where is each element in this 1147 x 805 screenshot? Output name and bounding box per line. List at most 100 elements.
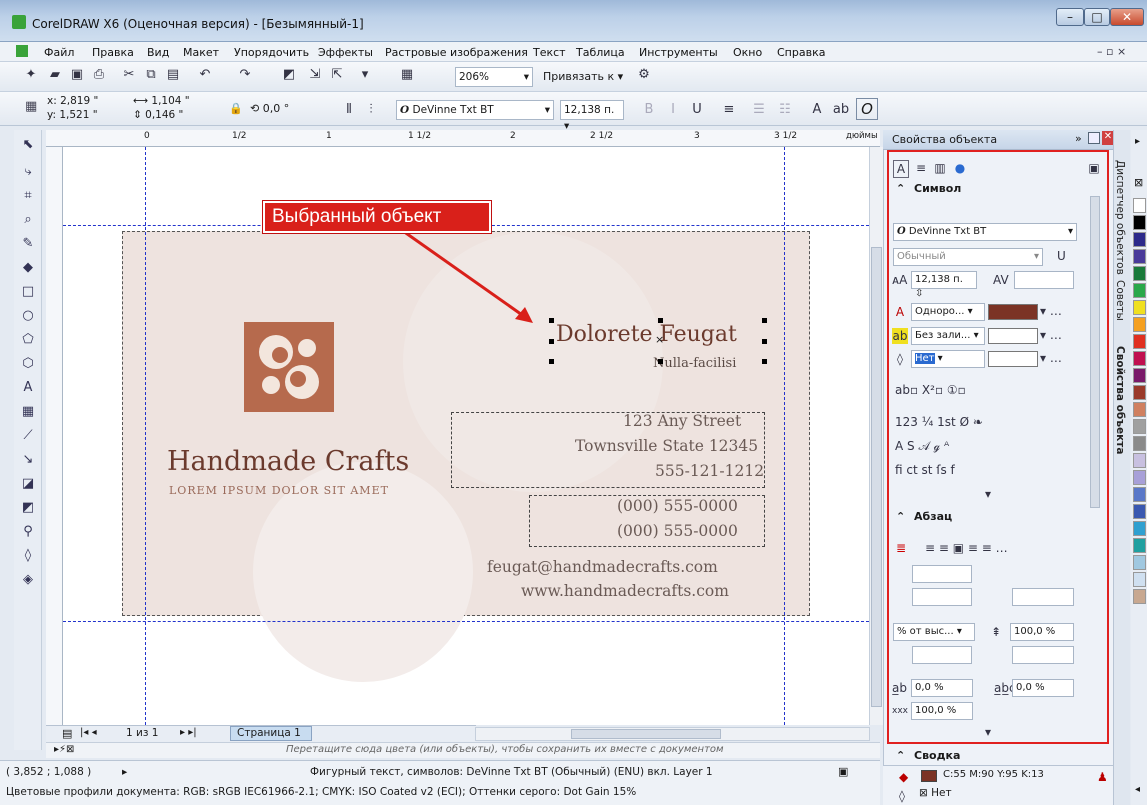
palette-swatch[interactable] <box>1133 521 1146 536</box>
menu-window[interactable]: Окно <box>733 46 762 59</box>
language-spacing-field[interactable]: 100,0 % <box>911 702 973 720</box>
scroll-thumb[interactable] <box>871 247 882 707</box>
case-icon[interactable]: ab▫ X²▫ ①▫ <box>895 382 966 398</box>
vertical-scrollbar[interactable] <box>869 147 883 725</box>
maximize-button[interactable]: □ <box>1084 8 1110 26</box>
palette-scroll-down-icon[interactable]: ◂ <box>1135 784 1140 795</box>
menu-tools[interactable]: Инструменты <box>639 46 718 59</box>
dropcap-icon[interactable]: ☷ <box>776 101 794 119</box>
eyedropper-tool-icon[interactable]: ⚲ <box>19 523 37 541</box>
blend-tool-icon[interactable]: ◪ <box>19 475 37 493</box>
scroll-thumb[interactable] <box>571 729 721 739</box>
mirror-vertical-icon[interactable]: ⫶ <box>362 101 380 119</box>
copy-icon[interactable]: ⧉ <box>142 66 160 84</box>
palette-scroll-up-icon[interactable]: ▸ <box>1135 136 1140 147</box>
outline-color-swatch[interactable] <box>988 351 1038 367</box>
object-properties-tab[interactable]: Свойства объекта <box>1114 346 1126 454</box>
paragraph-tab-icon[interactable]: ≡ <box>913 160 929 176</box>
x-position[interactable]: x: 2,819 " <box>47 95 98 107</box>
palette-swatch[interactable] <box>1133 351 1146 366</box>
transparency-tool-icon[interactable]: ◩ <box>19 499 37 517</box>
minimize-button[interactable]: – <box>1056 8 1084 26</box>
rectangle-tool-icon[interactable]: □ <box>19 283 37 301</box>
color-profiles[interactable]: Цветовые профили документа: RGB: sRGB IE… <box>6 786 636 798</box>
cut-icon[interactable]: ✂ <box>120 66 138 84</box>
chevron-down-icon[interactable]: ▾ … <box>1040 327 1062 343</box>
globe-icon[interactable]: ● <box>952 160 968 176</box>
zoom-level-field[interactable]: 206% ▾ <box>455 67 533 87</box>
freehand-tool-icon[interactable]: ✎ <box>19 235 37 253</box>
table-tool-icon[interactable]: ▦ <box>19 403 37 421</box>
left-indent[interactable] <box>912 588 972 606</box>
import-icon[interactable]: ⇲ <box>306 66 324 84</box>
zoom-tool-icon[interactable]: ⌕ <box>19 211 37 229</box>
menu-text[interactable]: Текст <box>533 46 566 59</box>
italic-icon[interactable]: I <box>664 101 682 119</box>
palette-swatch[interactable] <box>1133 283 1146 298</box>
palette-swatch[interactable] <box>1133 470 1146 485</box>
bullets-icon[interactable]: ☰ <box>750 101 768 119</box>
options-icon[interactable]: ⚙ <box>635 66 653 84</box>
width-field[interactable]: ⟷ 1,104 " <box>133 95 190 107</box>
chevron-down-icon[interactable]: ▾ … <box>1040 350 1062 366</box>
palette-swatch[interactable] <box>1133 538 1146 553</box>
first-line-indent[interactable] <box>912 565 972 583</box>
menu-table[interactable]: Таблица <box>576 46 625 59</box>
space-before[interactable] <box>912 646 972 664</box>
bold-icon[interactable]: B <box>640 101 658 119</box>
palette-swatch[interactable] <box>1133 487 1146 502</box>
word-spacing-field[interactable]: 0,0 % <box>1012 679 1074 697</box>
paste-icon[interactable]: ▤ <box>164 66 182 84</box>
expand-more-icon[interactable]: ▾ <box>985 486 991 502</box>
basic-shapes-icon[interactable]: ⬡ <box>19 355 37 373</box>
save-icon[interactable]: ▣ <box>68 66 86 84</box>
palette-swatch[interactable] <box>1133 453 1146 468</box>
color-proof-icon[interactable]: ▣ <box>838 765 848 778</box>
background-fill-list[interactable]: Без зали... ▾ <box>911 327 985 345</box>
line-spacing-field[interactable]: 100,0 % <box>1010 623 1074 641</box>
align-icon[interactable]: ≡ <box>720 101 738 119</box>
palette-swatch[interactable] <box>1133 249 1146 264</box>
align-options-icon[interactable]: ≡ ≡ ▣ ≡ ≡ … <box>925 540 1008 556</box>
doc-window-controls[interactable]: – ▫ × <box>1097 45 1126 58</box>
crop-tool-icon[interactable]: ⌗ <box>19 187 37 205</box>
background-color-swatch[interactable] <box>988 328 1038 344</box>
palette-swatch[interactable] <box>1133 368 1146 383</box>
kerning-field[interactable] <box>1014 271 1074 289</box>
font-style-list[interactable]: Обычный ▾ <box>893 248 1043 266</box>
no-align-icon[interactable]: ≣ <box>896 540 906 556</box>
export-icon[interactable]: ⇱ <box>328 66 346 84</box>
object-manager-tab[interactable]: Диспетчер объектов <box>1114 160 1126 275</box>
palette-swatch[interactable] <box>1133 402 1146 417</box>
vertical-ruler[interactable] <box>46 147 63 725</box>
snap-to-dropdown[interactable]: Привязать к ▾ <box>543 70 623 83</box>
docker-minimize-icon[interactable] <box>1088 132 1100 144</box>
pick-tool-icon[interactable]: ⬉ <box>19 136 37 154</box>
outline-tool-icon[interactable]: ◊ <box>19 547 37 565</box>
char-spacing-field[interactable]: 0,0 % <box>911 679 973 697</box>
menu-help[interactable]: Справка <box>777 46 825 59</box>
search-content-icon[interactable]: ◩ <box>280 66 298 84</box>
line-spacing-units[interactable]: % от выс... ▾ <box>893 623 975 641</box>
print-icon[interactable]: ⎙ <box>90 66 108 84</box>
underline-icon[interactable]: U <box>688 101 706 119</box>
fill-type-list[interactable]: Одноро... ▾ <box>911 303 985 321</box>
menu-layout[interactable]: Макет <box>183 46 219 59</box>
outline-indicator[interactable]: ⊠ Нет <box>919 787 952 799</box>
expand-icon[interactable]: ▸ <box>122 766 127 778</box>
stylistic-set-icon[interactable]: fi ct st ſs f <box>895 462 955 478</box>
page-tab[interactable]: Страница 1 <box>230 726 312 741</box>
fill-color-indicator[interactable] <box>921 770 937 782</box>
numeral-styles-icon[interactable]: 123 ¼ 1st Ø ❧ <box>895 414 983 430</box>
add-page-icon[interactable]: ▤ <box>62 727 72 740</box>
new-icon[interactable]: ✦ <box>22 66 40 84</box>
palette-swatch[interactable] <box>1133 300 1146 315</box>
palette-swatch[interactable] <box>1133 334 1146 349</box>
palette-swatch[interactable] <box>1133 504 1146 519</box>
rotation-field[interactable]: ⟲ 0,0 ° <box>250 102 289 115</box>
text-tool-icon[interactable]: A <box>19 379 37 397</box>
palette-swatch[interactable] <box>1133 436 1146 451</box>
menu-arrange[interactable]: Упорядочить <box>234 46 309 59</box>
palette-swatch[interactable] <box>1133 266 1146 281</box>
ligatures-icon[interactable]: A S 𝒜 ℊ ᴬ <box>895 438 949 454</box>
